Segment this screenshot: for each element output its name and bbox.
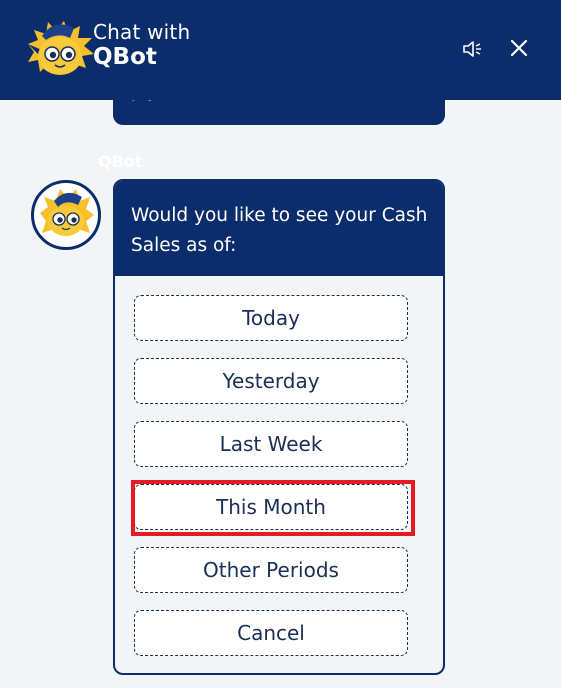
sender-name: QBot — [98, 152, 143, 171]
option-cancel[interactable]: Cancel — [134, 610, 408, 656]
option-last-week[interactable]: Last Week — [134, 421, 408, 467]
bot-message-card: Would you like to see your Cash Sales as… — [113, 179, 445, 675]
header-title-line1: Chat with — [93, 20, 191, 44]
speaker-icon[interactable] — [461, 38, 483, 60]
chat-header: Chat with QBot — [0, 0, 561, 100]
qbot-avatar-icon — [40, 189, 94, 236]
chat-window: p y Chat with QBot — [0, 0, 561, 688]
option-this-month[interactable]: This Month — [134, 484, 408, 530]
avatar — [31, 180, 101, 250]
header-title-line2: QBot — [93, 44, 157, 70]
close-icon[interactable] — [508, 37, 530, 59]
bot-question-text: Would you like to see your Cash Sales as… — [131, 205, 428, 256]
bot-message-header: Would you like to see your Cash Sales as… — [115, 181, 443, 276]
option-other-periods[interactable]: Other Periods — [134, 547, 408, 593]
option-yesterday[interactable]: Yesterday — [134, 358, 408, 404]
option-today[interactable]: Today — [134, 295, 408, 341]
qbot-mascot-icon — [28, 21, 94, 75]
